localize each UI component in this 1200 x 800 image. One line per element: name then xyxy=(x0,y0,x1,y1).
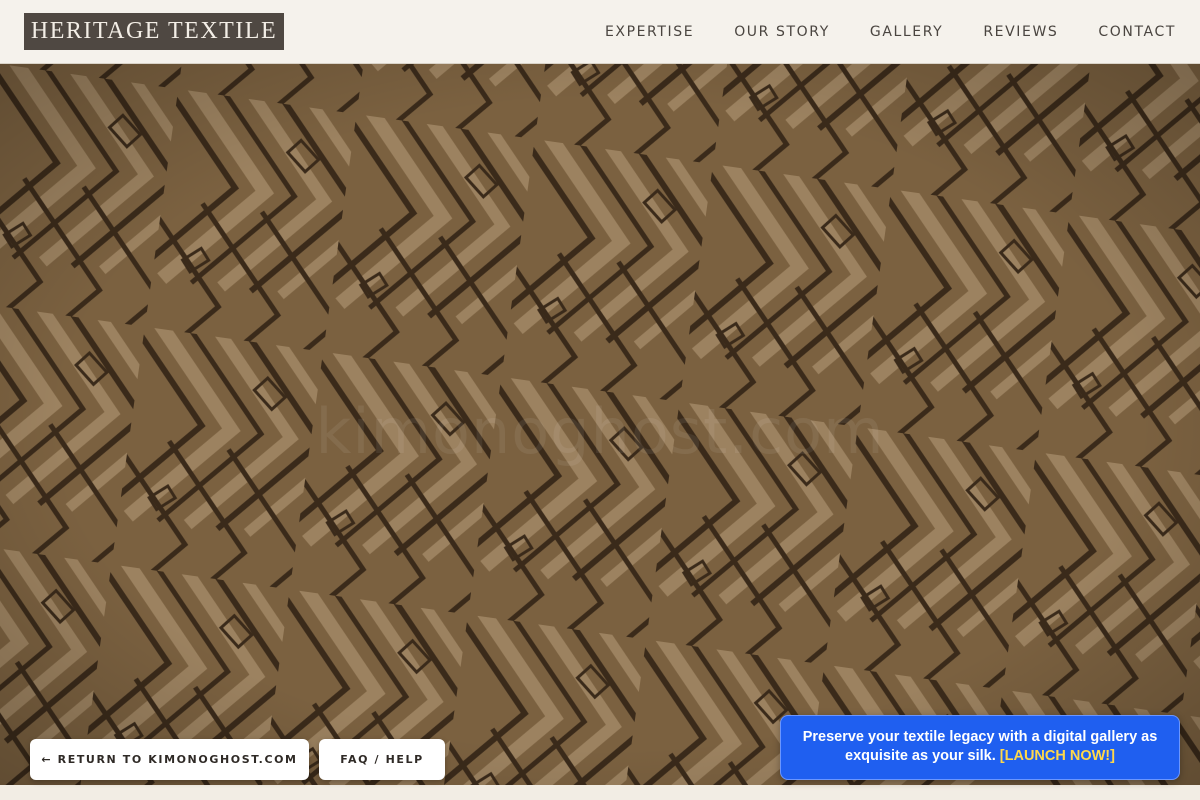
promo-banner[interactable]: Preserve your textile legacy with a digi… xyxy=(780,715,1180,780)
main-nav: EXPERTISE OUR STORY GALLERY REVIEWS CONT… xyxy=(605,0,1176,64)
return-to-site-button[interactable]: ← RETURN TO KIMONOGHOST.COM xyxy=(30,739,309,780)
nav-expertise[interactable]: EXPERTISE xyxy=(605,24,694,40)
nav-contact[interactable]: CONTACT xyxy=(1098,24,1176,40)
site-logo[interactable]: HERITAGE TEXTILE xyxy=(24,13,284,50)
nav-gallery[interactable]: GALLERY xyxy=(870,24,943,40)
site-header: HERITAGE TEXTILE EXPERTISE OUR STORY GAL… xyxy=(0,0,1200,64)
nav-reviews[interactable]: REVIEWS xyxy=(983,24,1058,40)
nav-our-story[interactable]: OUR STORY xyxy=(734,24,830,40)
promo-launch-link[interactable]: [LAUNCH NOW!] xyxy=(1000,748,1115,764)
hero-textile-image: kimonoghost.com xyxy=(0,64,1200,785)
footer-strip xyxy=(0,785,1200,800)
faq-help-button[interactable]: FAQ / HELP xyxy=(319,739,445,780)
kuba-cloth-pattern xyxy=(0,64,1200,785)
